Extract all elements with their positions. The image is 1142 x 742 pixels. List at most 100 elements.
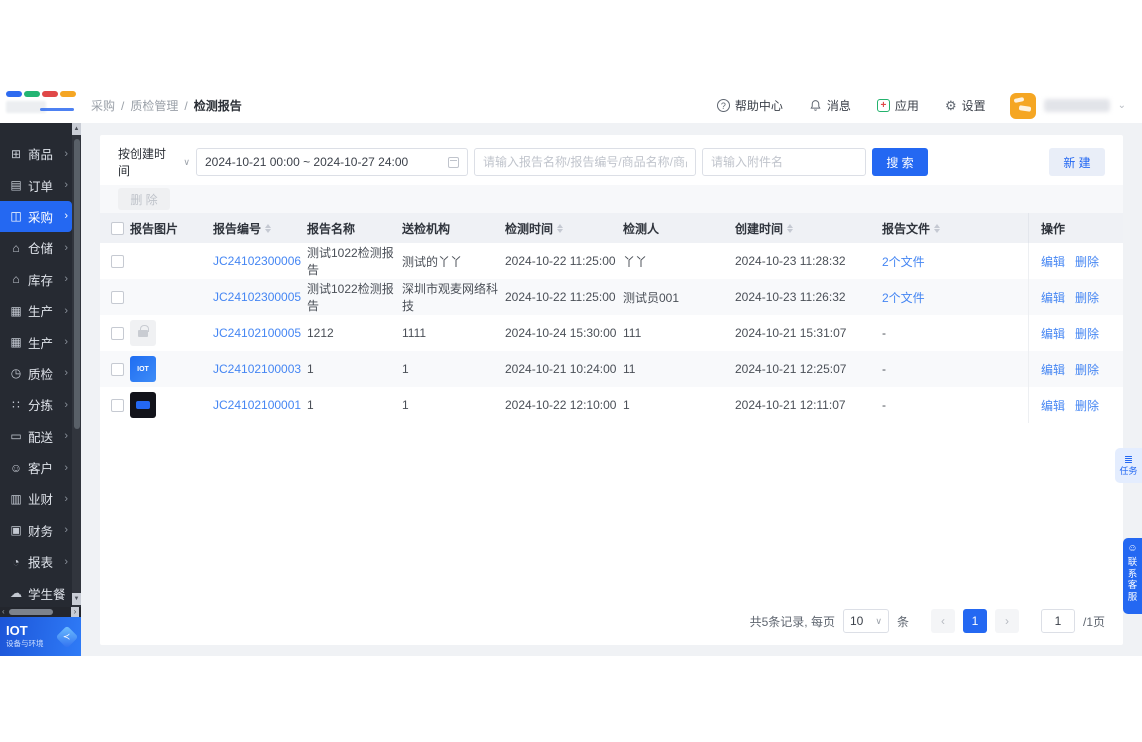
column-report-files[interactable]: 报告文件: [882, 220, 1028, 237]
report-no-link[interactable]: JC24102100005: [213, 326, 301, 340]
delete-link[interactable]: 删除: [1075, 253, 1099, 270]
select-all-checkbox[interactable]: [111, 221, 124, 235]
avatar[interactable]: [1009, 92, 1036, 119]
page-jump-input[interactable]: [1040, 609, 1075, 633]
tasks-floating-button[interactable]: ≣ 任务: [1115, 448, 1142, 483]
sidebar-item-business-finance[interactable]: ▥ 业财 ›: [0, 483, 72, 514]
sidebar-vertical-scrollbar[interactable]: ▲ ▼: [72, 123, 81, 607]
row-checkbox[interactable]: [111, 254, 124, 268]
sidebar-item-sorting[interactable]: ∷ 分拣 ›: [0, 389, 72, 420]
iot-panel[interactable]: IOT 设备与环境 ≺: [0, 617, 81, 656]
chevron-right-icon: ›: [64, 304, 68, 317]
report-no-link[interactable]: JC24102300005: [213, 290, 301, 304]
edit-link[interactable]: 编辑: [1041, 397, 1065, 414]
chevron-right-icon: ›: [64, 210, 68, 223]
next-page-button[interactable]: ›: [994, 609, 1019, 633]
vertical-scrollbar-thumb[interactable]: [73, 139, 80, 429]
breadcrumb-item[interactable]: 质检管理: [130, 97, 178, 114]
attachment-name-input[interactable]: [702, 148, 866, 176]
prev-page-button[interactable]: ‹: [930, 609, 955, 633]
chevron-down-icon[interactable]: ⌄: [1118, 100, 1126, 111]
tester: 测试员001: [623, 290, 680, 305]
scroll-up-arrow-icon[interactable]: ▲: [72, 123, 81, 135]
date-range-input[interactable]: [205, 155, 448, 169]
question-icon: ?: [716, 99, 730, 112]
report-name: 1: [307, 362, 314, 376]
customer-service-floating-button[interactable]: ☺ 联系客服: [1123, 538, 1142, 614]
sidebar-item-goods[interactable]: ⊞ 商品 ›: [0, 138, 72, 169]
delete-link[interactable]: 删除: [1075, 289, 1099, 306]
edit-link[interactable]: 编辑: [1041, 361, 1065, 378]
sidebar-item-warehouse[interactable]: ⌂ 仓储 ›: [0, 232, 72, 263]
report-no-link[interactable]: JC24102300006: [213, 254, 301, 268]
messages-button[interactable]: 消息: [809, 97, 851, 114]
chevron-down-icon: ∨: [875, 615, 882, 626]
search-button[interactable]: 搜 索: [872, 148, 928, 176]
sort-icon[interactable]: [265, 223, 272, 233]
sidebar-item-student-meal[interactable]: ☁ 学生餐: [0, 577, 72, 608]
column-test-time[interactable]: 检测时间: [505, 220, 623, 237]
main-content: 按创建时间 ∨ 搜 索 新 建 删 除: [81, 123, 1142, 656]
sidebar-item-finance[interactable]: ▣ 财务 ›: [0, 515, 72, 546]
edit-link[interactable]: 编辑: [1041, 325, 1065, 342]
column-report-no[interactable]: 报告编号: [213, 220, 307, 237]
sidebar: ⊞ 商品 › ▤ 订单 › ◫ 采购 › ⌂ 仓储 › ⌂ 库存 › ▦ 生产 …: [0, 123, 81, 656]
files-link[interactable]: 2个文件: [882, 255, 925, 269]
scroll-right-arrow-icon[interactable]: ›: [71, 607, 79, 617]
report-name: 1212: [307, 326, 334, 340]
chevron-right-icon: ›: [64, 461, 68, 474]
delete-button-disabled[interactable]: 删 除: [118, 188, 170, 210]
report-image-iot-logo[interactable]: IOT: [130, 356, 156, 382]
sidebar-item-production-2[interactable]: ▦ 生产 ›: [0, 326, 72, 357]
breadcrumb-item[interactable]: 采购: [91, 97, 115, 114]
delete-link[interactable]: 删除: [1075, 325, 1099, 342]
sidebar-item-delivery[interactable]: ▭ 配送 ›: [0, 421, 72, 452]
horizontal-scrollbar-thumb[interactable]: [9, 609, 53, 615]
report-no-link[interactable]: JC24102100001: [213, 398, 301, 412]
sort-icon[interactable]: [934, 223, 941, 233]
sidebar-item-customers[interactable]: ☺ 客户 ›: [0, 452, 72, 483]
sidebar-item-orders[interactable]: ▤ 订单 ›: [0, 169, 72, 200]
report-image-screenshot[interactable]: [130, 392, 156, 418]
sort-icon[interactable]: [787, 223, 794, 233]
delete-link[interactable]: 删除: [1075, 397, 1099, 414]
scroll-left-arrow-icon[interactable]: ‹: [2, 607, 5, 617]
apps-button[interactable]: + 应用: [876, 97, 919, 114]
sidebar-item-production-1[interactable]: ▦ 生产 ›: [0, 295, 72, 326]
row-checkbox[interactable]: [111, 398, 124, 412]
keyword-search-input[interactable]: [474, 148, 696, 176]
time-type-select[interactable]: 按创建时间 ∨: [118, 145, 190, 179]
create-button[interactable]: 新 建: [1049, 148, 1105, 176]
agency: 1: [402, 398, 409, 412]
files-link[interactable]: 2个文件: [882, 291, 925, 305]
row-checkbox[interactable]: [111, 290, 124, 304]
date-range-picker[interactable]: [196, 148, 468, 176]
page-size-select[interactable]: 10 ∨: [842, 609, 889, 633]
sidebar-item-procurement[interactable]: ◫ 采购 ›: [0, 200, 72, 233]
body: ⊞ 商品 › ▤ 订单 › ◫ 采购 › ⌂ 仓储 › ⌂ 库存 › ▦ 生产 …: [0, 123, 1142, 656]
help-center-button[interactable]: ? 帮助中心: [716, 97, 783, 114]
table-toolbar: 删 除: [100, 185, 1123, 213]
report-no-link[interactable]: JC24102100003: [213, 362, 301, 376]
sidebar-horizontal-scrollbar[interactable]: ‹ ›: [0, 607, 81, 617]
briefcase-icon: ◫: [10, 209, 22, 224]
top-bar: 采购 / 质检管理 / 检测报告 ? 帮助中心 消息 + 应用 ⚙ 设置 ⌄: [0, 88, 1142, 123]
pagination-pages-suffix: /1页: [1082, 614, 1105, 629]
sort-icon[interactable]: [557, 223, 564, 233]
row-checkbox[interactable]: [111, 326, 124, 340]
scroll-down-arrow-icon[interactable]: ▼: [72, 593, 81, 605]
logo-bar-red: [42, 91, 58, 97]
sidebar-item-reports[interactable]: ◔ 报表 ›: [0, 546, 72, 577]
row-checkbox[interactable]: [111, 362, 124, 376]
sidebar-item-inventory[interactable]: ⌂ 库存 ›: [0, 264, 72, 295]
help-center-label: 帮助中心: [734, 99, 783, 113]
sidebar-item-quality-check[interactable]: ◷ 质检 ›: [0, 358, 72, 389]
app-logo[interactable]: [0, 88, 81, 123]
current-page-button[interactable]: 1: [962, 609, 987, 633]
breadcrumb-separator: /: [121, 98, 125, 113]
settings-button[interactable]: ⚙ 设置: [945, 97, 986, 114]
column-created-time[interactable]: 创建时间: [735, 220, 882, 237]
delete-link[interactable]: 删除: [1075, 361, 1099, 378]
edit-link[interactable]: 编辑: [1041, 289, 1065, 306]
edit-link[interactable]: 编辑: [1041, 253, 1065, 270]
